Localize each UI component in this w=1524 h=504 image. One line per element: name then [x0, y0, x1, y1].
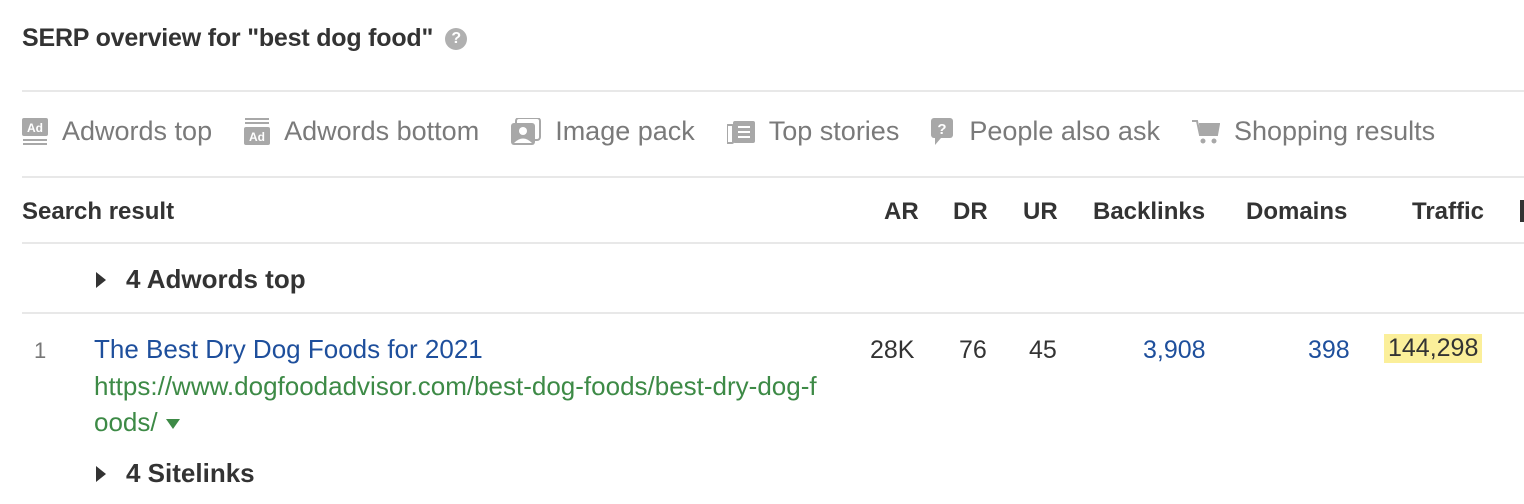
result-ur: 45 — [1029, 336, 1057, 364]
divider — [22, 242, 1524, 244]
svg-text:Ad: Ad — [27, 121, 43, 135]
help-icon[interactable]: ? — [445, 27, 468, 50]
column-header-backlinks[interactable]: Backlinks — [1093, 198, 1205, 226]
expand-triangle-icon — [96, 271, 106, 288]
column-header-ur[interactable]: UR — [1023, 198, 1058, 226]
divider — [22, 90, 1524, 92]
result-backlinks-link[interactable]: 3,908 — [1143, 336, 1206, 365]
result-dr: 76 — [959, 336, 987, 364]
image-pack-icon — [511, 117, 542, 145]
question-bubble-icon: ? — [931, 117, 954, 145]
svg-text:Ad: Ad — [249, 130, 265, 144]
result-position: 1 — [34, 338, 47, 363]
sitelinks-toggle[interactable]: 4 Sitelinks — [96, 458, 255, 489]
serp-feature-label: People also ask — [969, 116, 1160, 146]
expand-triangle-icon — [96, 465, 106, 482]
serp-feature-label: Shopping results — [1233, 116, 1436, 146]
ad-top-icon: Ad — [22, 117, 48, 145]
svg-text:?: ? — [938, 121, 947, 138]
result-url[interactable]: https://www.dogfoodadvisor.com/best-dog-… — [94, 368, 829, 440]
page-title-text: SERP overview for "best dog food" — [22, 24, 434, 52]
column-header-domains[interactable]: Domains — [1246, 198, 1347, 226]
sitelinks-label: 4 Sitelinks — [126, 458, 255, 488]
serp-feature-people-also-ask[interactable]: ? People also ask — [931, 116, 1160, 147]
serp-features-bar: Ad Adwords top Ad Adwords bottom Image p… — [22, 116, 1524, 147]
column-header-search-result[interactable]: Search result — [22, 198, 174, 226]
serp-feature-label: Image pack — [555, 116, 695, 146]
url-dropdown-caret-icon[interactable] — [165, 419, 180, 430]
result-ar: 28K — [870, 336, 915, 364]
serp-feature-shopping-results[interactable]: Shopping results — [1191, 116, 1436, 147]
top-stories-icon — [726, 120, 755, 144]
result-domains-link[interactable]: 398 — [1308, 336, 1350, 365]
shopping-cart-icon — [1191, 119, 1220, 143]
result-url-text[interactable]: https://www.dogfoodadvisor.com/best-dog-… — [94, 371, 817, 437]
serp-feature-label: Top stories — [768, 116, 900, 146]
page-title: SERP overview for "best dog food" ? — [22, 24, 468, 53]
divider — [22, 176, 1524, 178]
column-header-ar[interactable]: AR — [884, 198, 919, 226]
serp-feature-adwords-top[interactable]: Ad Adwords top — [22, 116, 212, 147]
serp-feature-image-pack[interactable]: Image pack — [511, 116, 695, 147]
adwords-top-group-label: 4 Adwords top — [126, 264, 306, 294]
serp-feature-adwords-bottom[interactable]: Ad Adwords bottom — [244, 116, 479, 147]
column-header-dr[interactable]: DR — [953, 198, 988, 226]
serp-feature-top-stories[interactable]: Top stories — [726, 116, 900, 147]
column-header-cutoff — [1520, 200, 1524, 222]
ad-bottom-icon: Ad — [244, 117, 271, 145]
serp-feature-label: Adwords top — [62, 116, 213, 146]
divider — [22, 312, 1524, 314]
result-title-link[interactable]: The Best Dry Dog Foods for 2021 — [94, 334, 483, 365]
result-traffic: 144,298 — [1384, 334, 1483, 363]
adwords-top-group-toggle[interactable]: 4 Adwords top — [96, 264, 306, 295]
column-header-traffic[interactable]: Traffic — [1412, 198, 1484, 226]
serp-feature-label: Adwords bottom — [284, 116, 480, 146]
